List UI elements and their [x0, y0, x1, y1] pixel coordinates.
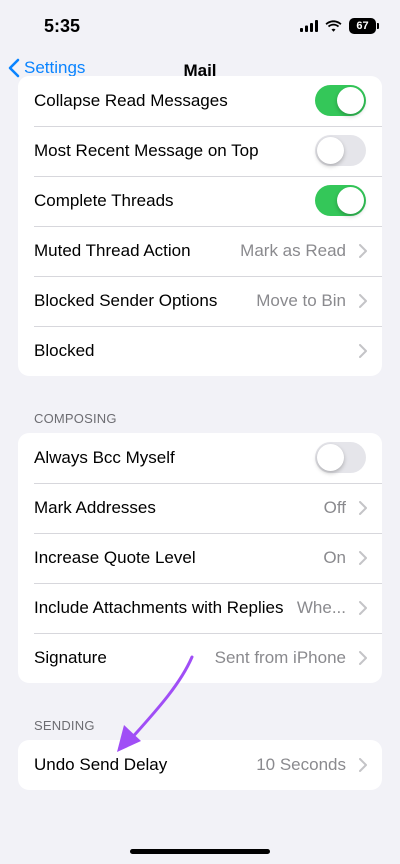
chevron-right-icon: [359, 651, 367, 665]
setting-row-always-bcc-myself: Always Bcc Myself: [18, 433, 382, 483]
toggle-knob: [317, 137, 344, 164]
threading-settings-group: Collapse Read Messages Most Recent Messa…: [18, 76, 382, 376]
setting-value: 10 Seconds: [256, 755, 346, 774]
setting-label: Mark Addresses: [34, 498, 156, 517]
setting-label: Signature: [34, 648, 107, 667]
toggle-knob: [337, 87, 364, 114]
setting-row-include-attachments[interactable]: Include Attachments with Replies Whe...: [18, 583, 382, 633]
setting-value: Off: [323, 498, 346, 517]
setting-row-mark-addresses[interactable]: Mark Addresses Off: [18, 483, 382, 533]
setting-label: Complete Threads: [34, 191, 174, 210]
setting-value: Move to Bin: [256, 291, 346, 310]
chevron-right-icon: [359, 601, 367, 615]
chevron-right-icon: [359, 758, 367, 772]
setting-row-muted-thread-action[interactable]: Muted Thread Action Mark as Read: [18, 226, 382, 276]
setting-label: Include Attachments with Replies: [34, 598, 284, 617]
setting-value: Mark as Read: [240, 241, 346, 260]
setting-label: Most Recent Message on Top: [34, 141, 259, 160]
setting-value: Sent from iPhone: [214, 648, 346, 667]
setting-row-blocked[interactable]: Blocked: [18, 326, 382, 376]
always-bcc-myself-toggle[interactable]: [315, 442, 366, 473]
setting-label: Blocked Sender Options: [34, 291, 218, 310]
chevron-right-icon: [359, 294, 367, 308]
complete-threads-toggle[interactable]: [315, 185, 366, 216]
setting-row-signature[interactable]: Signature Sent from iPhone: [18, 633, 382, 683]
toggle-knob: [317, 444, 344, 471]
setting-label: Always Bcc Myself: [34, 448, 175, 467]
chevron-right-icon: [359, 344, 367, 358]
setting-label: Blocked: [34, 341, 95, 360]
home-indicator[interactable]: [130, 849, 270, 854]
setting-label: Muted Thread Action: [34, 241, 191, 260]
setting-row-blocked-sender-options[interactable]: Blocked Sender Options Move to Bin: [18, 276, 382, 326]
chevron-right-icon: [359, 501, 367, 515]
setting-row-complete-threads: Complete Threads: [18, 176, 382, 226]
setting-label: Collapse Read Messages: [34, 91, 228, 110]
setting-row-undo-send-delay[interactable]: Undo Send Delay 10 Seconds: [18, 740, 382, 790]
section-header-composing: COMPOSING: [34, 411, 117, 426]
setting-label: Increase Quote Level: [34, 548, 196, 567]
toggle-knob: [337, 187, 364, 214]
composing-settings-group: Always Bcc Myself Mark Addresses Off Inc…: [18, 433, 382, 683]
section-header-sending: SENDING: [34, 718, 95, 733]
setting-row-increase-quote-level[interactable]: Increase Quote Level On: [18, 533, 382, 583]
setting-row-most-recent-on-top: Most Recent Message on Top: [18, 126, 382, 176]
nav-backdrop: [0, 0, 400, 90]
most-recent-on-top-toggle[interactable]: [315, 135, 366, 166]
chevron-right-icon: [359, 244, 367, 258]
setting-value: Whe...: [296, 598, 346, 617]
setting-label: Undo Send Delay: [34, 755, 168, 774]
setting-value: On: [323, 548, 346, 567]
sending-settings-group: Undo Send Delay 10 Seconds: [18, 740, 382, 790]
chevron-right-icon: [359, 551, 367, 565]
